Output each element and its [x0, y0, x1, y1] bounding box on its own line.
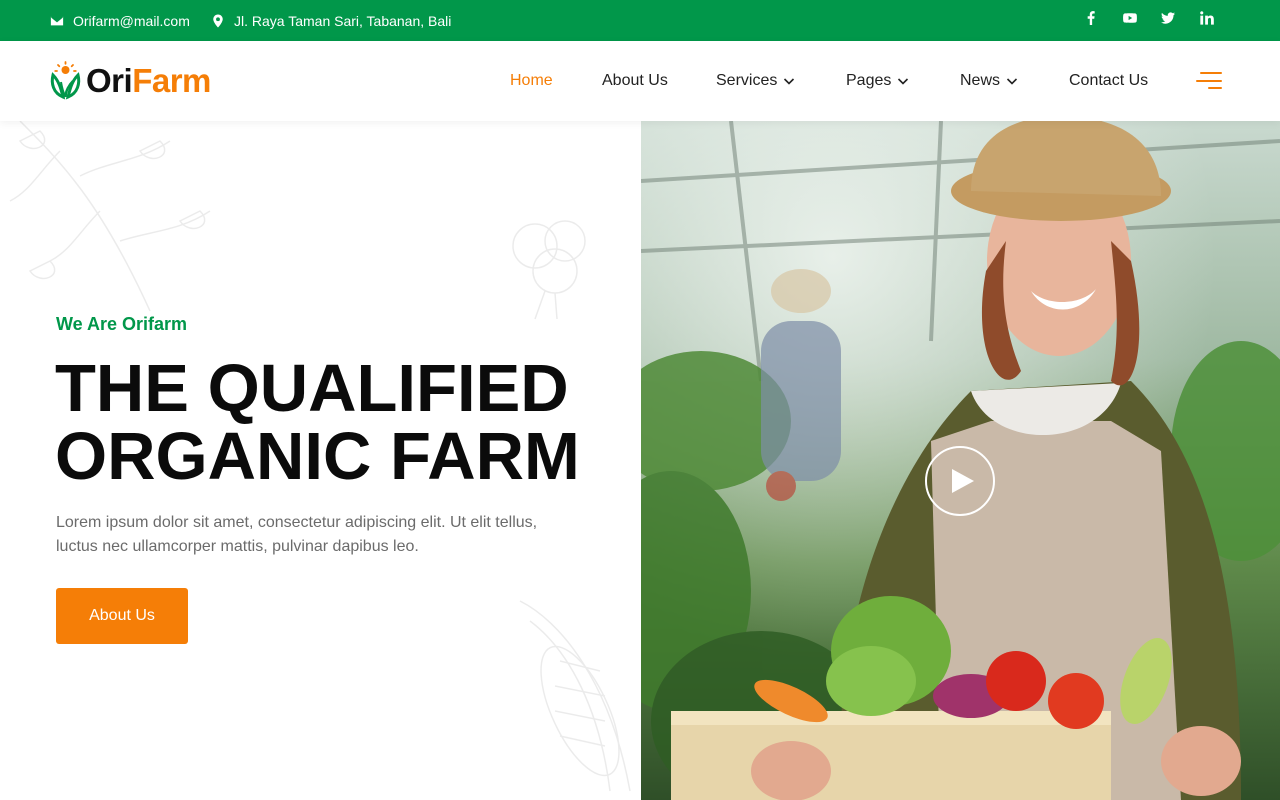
nav-contact-us-label: Contact Us: [1069, 72, 1149, 89]
envelope-icon: [50, 15, 64, 25]
topbar-email-text: Orifarm@mail.com: [73, 12, 190, 29]
top-bar: Orifarm@mail.com Jl. Raya Taman Sari, Ta…: [0, 0, 1280, 41]
menu-bar: [1200, 72, 1222, 75]
social-links: [1072, 0, 1226, 36]
corn-sketch-decoration: [519, 600, 631, 792]
hero-headline-line2: ORGANIC FARM: [55, 419, 580, 494]
hero-description: Lorem ipsum dolor sit amet, consectetur …: [56, 514, 538, 555]
play-icon: [951, 469, 974, 493]
map-pin-icon: [213, 13, 223, 28]
facebook-icon: [1087, 11, 1095, 25]
menu-bar: [1208, 87, 1222, 90]
twitter-icon: [1161, 12, 1176, 24]
nav-about-us-label: About Us: [602, 72, 668, 89]
nav-contact-us[interactable]: Contact Us: [1069, 41, 1148, 121]
nav-pages-label: Pages: [846, 72, 892, 89]
nav-news-label: News: [960, 72, 1001, 89]
linkedin-icon: [1199, 11, 1214, 25]
twitter-link[interactable]: [1149, 0, 1188, 36]
chevron-down-icon: [898, 78, 909, 85]
hero-eyebrow: We Are Orifarm: [56, 314, 188, 334]
herb-sketch-decoration: [9, 121, 211, 312]
hero-headline: THE QUALIFIED ORGANIC FARM: [55, 355, 635, 491]
nav-about-us[interactable]: About Us: [602, 41, 668, 121]
leaf-sun-logo-icon: [50, 61, 81, 100]
hamburger-menu-icon[interactable]: [1196, 71, 1222, 91]
topbar-address: Jl. Raya Taman Sari, Tabanan, Bali: [211, 0, 451, 41]
logo-text-ori: Ori: [86, 62, 133, 99]
hero-headline-line1: THE QUALIFIED: [55, 351, 569, 426]
about-us-button[interactable]: About Us: [56, 588, 188, 644]
logo-text-farm: Farm: [132, 62, 211, 99]
youtube-link[interactable]: [1111, 0, 1150, 36]
nav-news[interactable]: News: [960, 41, 1018, 121]
main-header: Ori Farm Home About Us Services Pages New…: [0, 41, 1280, 121]
site-logo[interactable]: Ori Farm: [49, 61, 211, 101]
linkedin-link[interactable]: [1188, 0, 1227, 36]
facebook-link[interactable]: [1072, 0, 1111, 36]
nav-home[interactable]: Home: [510, 41, 553, 121]
nav-pages[interactable]: Pages: [846, 41, 909, 121]
topbar-address-text: Jl. Raya Taman Sari, Tabanan, Bali: [234, 12, 452, 29]
nav-services[interactable]: Services: [716, 41, 795, 121]
play-video-button[interactable]: [925, 446, 995, 516]
broccoli-sketch-decoration: [512, 220, 586, 320]
nav-services-label: Services: [716, 72, 778, 89]
youtube-icon: [1122, 13, 1137, 23]
chevron-down-icon: [784, 78, 795, 85]
nav-home-label: Home: [510, 72, 553, 89]
chevron-down-icon: [1006, 78, 1018, 85]
topbar-email[interactable]: Orifarm@mail.com: [50, 0, 190, 41]
menu-bar: [1196, 79, 1222, 82]
